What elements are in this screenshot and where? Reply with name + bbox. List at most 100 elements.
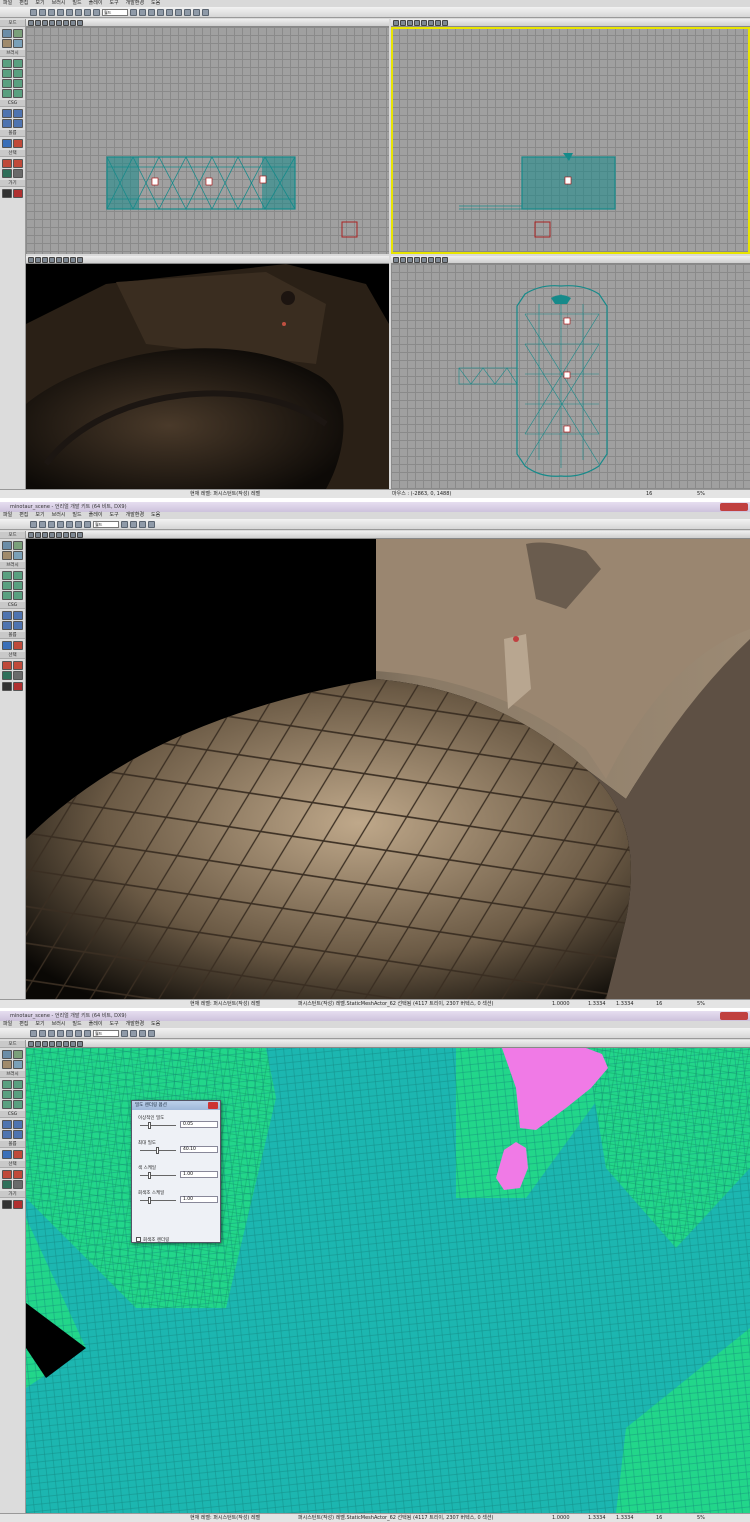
csg-deintersect-icon[interactable] — [13, 621, 23, 630]
invert-select-icon[interactable] — [2, 169, 12, 178]
cone-brush-icon[interactable] — [13, 571, 23, 580]
go-to-actor-icon[interactable] — [2, 1200, 12, 1209]
status-percent[interactable]: 5% — [697, 490, 705, 498]
matinee-icon[interactable] — [157, 8, 164, 16]
texture-mode-icon[interactable] — [13, 39, 23, 48]
show-selected-icon[interactable] — [2, 1170, 12, 1179]
csg-deintersect-icon[interactable] — [13, 1130, 23, 1139]
cube-brush-icon[interactable] — [2, 1080, 12, 1089]
search-icon[interactable] — [121, 1029, 128, 1037]
add-volume-icon[interactable] — [13, 641, 23, 650]
csg-add-icon[interactable] — [2, 611, 12, 620]
lit-icon[interactable] — [49, 19, 55, 26]
unlit-icon[interactable] — [42, 256, 48, 263]
go-to-builder-icon[interactable] — [13, 189, 23, 198]
build-all-icon[interactable] — [193, 8, 200, 16]
cone-brush-icon[interactable] — [13, 59, 23, 68]
close-icon[interactable] — [208, 1102, 218, 1109]
menu-dev[interactable]: 개발환경 — [126, 512, 144, 519]
maximize-icon[interactable] — [442, 19, 448, 26]
viewport-type-icon[interactable] — [28, 531, 34, 538]
rotate-icon[interactable] — [84, 1029, 91, 1037]
play-icon[interactable] — [148, 520, 155, 528]
go-to-actor-icon[interactable] — [2, 189, 12, 198]
invert-select-icon[interactable] — [2, 1180, 12, 1189]
sheet-brush-icon[interactable] — [2, 591, 12, 600]
open-icon[interactable] — [39, 8, 46, 16]
hide-selected-icon[interactable] — [13, 661, 23, 670]
coord-system-combo[interactable]: 월드 — [93, 1029, 119, 1037]
viewport-perspective-lit[interactable] — [26, 539, 750, 999]
ideal-density-slider[interactable] — [148, 1122, 151, 1129]
coord-system-combo[interactable]: 월드 — [102, 8, 128, 16]
menu-file[interactable]: 파일 — [3, 1021, 12, 1028]
show-all-icon[interactable] — [13, 169, 23, 178]
redo-icon[interactable] — [66, 1029, 73, 1037]
show-selected-icon[interactable] — [2, 661, 12, 670]
play-icon[interactable] — [148, 1029, 155, 1037]
show-selected-icon[interactable] — [2, 159, 12, 168]
redo-icon[interactable] — [66, 8, 73, 16]
menu-view[interactable]: 보기 — [35, 512, 44, 519]
camera-speed-icon[interactable] — [70, 19, 76, 26]
status-grid-snap[interactable]: 16 — [646, 490, 652, 498]
move-icon[interactable] — [75, 8, 82, 16]
tetra-brush-icon[interactable] — [13, 89, 23, 98]
new-icon[interactable] — [30, 8, 37, 16]
camera-mode-icon[interactable] — [2, 1050, 12, 1059]
menu-dev[interactable]: 개발환경 — [126, 0, 144, 7]
realtime-icon[interactable] — [421, 256, 427, 263]
add-volume-icon[interactable] — [13, 1150, 23, 1159]
viewport-type-icon[interactable] — [28, 1040, 34, 1047]
go-to-builder-icon[interactable] — [13, 682, 23, 691]
menu-tools[interactable]: 도구 — [109, 0, 118, 7]
rotate-icon[interactable] — [84, 8, 91, 16]
hide-selected-icon[interactable] — [13, 1170, 23, 1179]
unlit-icon[interactable] — [407, 19, 413, 26]
unlit-icon[interactable] — [42, 19, 48, 26]
search-icon[interactable] — [121, 520, 128, 528]
build-paths-icon[interactable] — [184, 8, 191, 16]
viewport-type-icon[interactable] — [393, 19, 399, 26]
menu-file[interactable]: 파일 — [3, 512, 12, 519]
lit-icon[interactable] — [49, 1040, 55, 1047]
lit-icon[interactable] — [49, 531, 55, 538]
menu-build[interactable]: 빌드 — [72, 512, 81, 519]
lit-icon[interactable] — [414, 256, 420, 263]
sphere-brush-icon[interactable] — [13, 79, 23, 88]
viewport-top[interactable] — [391, 264, 750, 489]
maximize-icon[interactable] — [77, 19, 83, 26]
csg-subtract-icon[interactable] — [13, 1120, 23, 1129]
menu-play[interactable]: 플레이 — [89, 512, 103, 519]
save-icon[interactable] — [48, 520, 55, 528]
build-all-icon[interactable] — [139, 520, 146, 528]
go-to-actor-icon[interactable] — [2, 682, 12, 691]
sphere-brush-icon[interactable] — [13, 591, 23, 600]
build-lighting-icon[interactable] — [175, 8, 182, 16]
coord-system-combo[interactable]: 월드 — [93, 520, 119, 528]
csg-intersect-icon[interactable] — [2, 621, 12, 630]
maximize-icon[interactable] — [77, 531, 83, 538]
camera-mode-icon[interactable] — [2, 541, 12, 550]
gray-scale-slider[interactable] — [148, 1197, 151, 1204]
wireframe-icon[interactable] — [35, 256, 41, 263]
sheet-brush-icon[interactable] — [2, 1100, 12, 1109]
open-icon[interactable] — [39, 520, 46, 528]
new-icon[interactable] — [30, 1029, 37, 1037]
menu-brush[interactable]: 브러시 — [52, 1021, 66, 1028]
open-icon[interactable] — [39, 1029, 46, 1037]
viewport-front-active[interactable] — [391, 27, 750, 254]
menu-build[interactable]: 빌드 — [72, 0, 81, 7]
stairs-brush-icon[interactable] — [13, 1090, 23, 1099]
gray-scale-field[interactable]: 1.00 — [180, 1196, 218, 1203]
save-icon[interactable] — [48, 1029, 55, 1037]
volume-icon[interactable] — [2, 1150, 12, 1159]
menu-tools[interactable]: 도구 — [109, 512, 118, 519]
max-density-slider[interactable] — [156, 1147, 159, 1154]
camera-speed-icon[interactable] — [70, 256, 76, 263]
menu-dev[interactable]: 개발환경 — [126, 1021, 144, 1028]
checkbox-box[interactable] — [136, 1237, 141, 1242]
viewport-perspective[interactable] — [26, 264, 389, 489]
viewport-type-icon[interactable] — [393, 256, 399, 263]
camera-speed-icon[interactable] — [70, 531, 76, 538]
